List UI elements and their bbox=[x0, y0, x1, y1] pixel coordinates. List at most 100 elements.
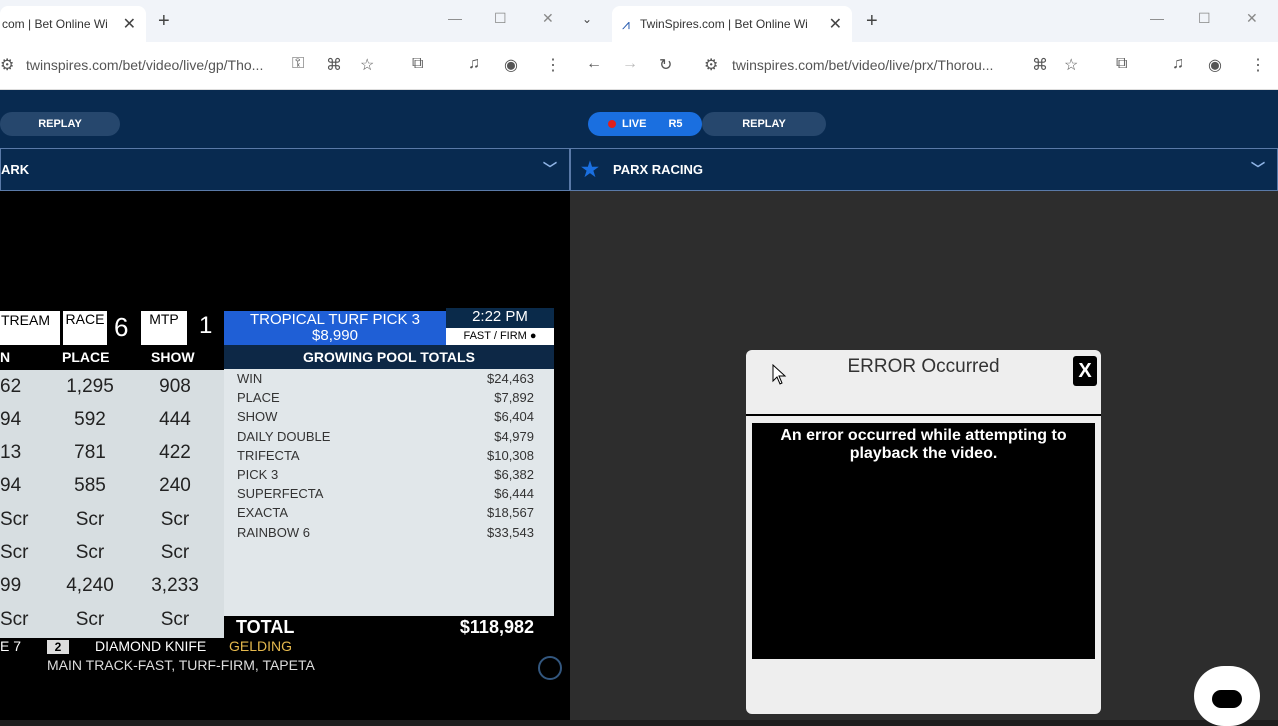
video-nav: LIVE R5 REPLAY bbox=[570, 90, 1278, 148]
pool-amount: $33,543 bbox=[487, 524, 534, 540]
browser-tab-active[interactable]: ⩘ TwinSpires.com | Bet Online Wi ✕ bbox=[612, 6, 852, 42]
odds-cell-show: 444 bbox=[159, 409, 191, 430]
odds-cell-show: 3,233 bbox=[151, 575, 199, 596]
post-time: 2:22 PM bbox=[446, 308, 554, 328]
pick3-amount: $8,990 bbox=[312, 327, 358, 344]
odds-cell-show: 908 bbox=[159, 376, 191, 397]
maximize-icon[interactable]: ☐ bbox=[1198, 10, 1211, 27]
pool-name: WIN bbox=[237, 371, 263, 386]
win-column-header: N bbox=[0, 349, 11, 365]
track-selector[interactable]: ★ PARX RACING ﹀ bbox=[570, 148, 1278, 191]
twinspires-favicon-icon: ⩘ bbox=[622, 16, 630, 32]
browser-tab[interactable]: com | Bet Online Wi ✕ bbox=[0, 6, 146, 42]
replay-label: REPLAY bbox=[742, 118, 786, 130]
url-text[interactable]: twinspires.com/bet/video/live/prx/Thorou… bbox=[732, 57, 993, 73]
favorite-star-icon[interactable]: ★ bbox=[581, 157, 599, 182]
odds-cell-win: Scr bbox=[0, 609, 29, 630]
chat-bubble-icon bbox=[1212, 690, 1242, 708]
url-text[interactable]: twinspires.com/bet/video/live/gp/Tho... bbox=[26, 57, 263, 73]
pool-name: DAILY DOUBLE bbox=[237, 428, 331, 444]
odds-cell-place: 781 bbox=[74, 442, 106, 463]
mouse-cursor-icon bbox=[772, 364, 787, 385]
live-dot-icon bbox=[608, 120, 616, 128]
site-info-icon[interactable]: ⚙ bbox=[704, 55, 718, 75]
replay-button[interactable]: REPLAY bbox=[702, 112, 826, 136]
new-tab-icon[interactable]: + bbox=[158, 10, 170, 33]
network-logo-icon bbox=[538, 656, 562, 680]
minimize-icon[interactable]: — bbox=[448, 10, 462, 26]
site-info-icon[interactable]: ⚙ bbox=[0, 55, 14, 75]
pick3-promo: TROPICAL TURF PICK 3 $8,990 bbox=[224, 311, 446, 345]
close-tab-icon[interactable]: ✕ bbox=[829, 14, 842, 34]
profile-icon[interactable]: ◉ bbox=[504, 55, 518, 75]
odds-cell-win: Scr bbox=[0, 509, 29, 530]
stream-label: TREAM bbox=[0, 311, 60, 345]
close-tab-icon[interactable]: ✕ bbox=[123, 14, 136, 34]
horse-number-badge: 2 bbox=[47, 640, 69, 654]
track-conditions: FAST / FIRM ● bbox=[446, 328, 554, 345]
pool-name: PLACE bbox=[237, 390, 280, 406]
odds-cell-place: 4,240 bbox=[66, 575, 114, 596]
pool-name: PICK 3 bbox=[237, 467, 279, 482]
chat-button[interactable] bbox=[1194, 666, 1260, 726]
extensions-icon[interactable]: ⧉ bbox=[1116, 55, 1127, 73]
pool-amount: $18,567 bbox=[487, 505, 534, 521]
extensions-icon[interactable]: ⧉ bbox=[412, 55, 423, 73]
track-name: ARK bbox=[1, 162, 30, 177]
translate-icon[interactable]: ⌘ bbox=[326, 55, 342, 75]
show-column-header: SHOW bbox=[151, 349, 195, 365]
track-selector[interactable]: ARK ﹀ bbox=[0, 148, 570, 191]
minimize-icon[interactable]: — bbox=[1150, 10, 1164, 26]
tab-bar: com | Bet Online Wi ✕ + — ☐ ✕ bbox=[0, 0, 570, 42]
back-icon[interactable]: ← bbox=[586, 55, 602, 73]
live-button[interactable]: LIVE R5 bbox=[588, 112, 702, 136]
odds-cell-win: 99 bbox=[0, 575, 22, 596]
pool-amount: $6,444 bbox=[494, 486, 534, 502]
odds-cell-show: 422 bbox=[159, 442, 191, 463]
modal-divider bbox=[746, 414, 1101, 416]
pool-name: SHOW bbox=[237, 409, 278, 425]
menu-icon[interactable]: ⋮ bbox=[545, 55, 561, 75]
close-window-icon[interactable]: ✕ bbox=[1246, 10, 1258, 27]
modal-close-button[interactable]: X bbox=[1073, 356, 1097, 386]
tab-search-icon[interactable]: ⌄ bbox=[582, 12, 592, 26]
track-name: PARX RACING bbox=[613, 162, 704, 177]
bottom-race-label: E 7 bbox=[0, 638, 22, 654]
odds-cell-place: Scr bbox=[75, 542, 105, 563]
chevron-down-icon[interactable]: ﹀ bbox=[543, 159, 557, 179]
odds-cell-show: Scr bbox=[160, 542, 190, 563]
left-browser-window: com | Bet Online Wi ✕ + — ☐ ✕ ⚙ twinspir… bbox=[0, 0, 570, 720]
replay-button[interactable]: REPLAY bbox=[0, 112, 120, 136]
translate-icon[interactable]: ⌘ bbox=[1032, 55, 1048, 75]
chevron-down-icon[interactable]: ﹀ bbox=[1251, 159, 1265, 179]
bookmark-star-icon[interactable]: ☆ bbox=[360, 55, 374, 75]
pool-amount: $6,382 bbox=[494, 467, 534, 482]
odds-cell-place: 1,295 bbox=[66, 376, 114, 397]
menu-icon[interactable]: ⋮ bbox=[1250, 55, 1266, 75]
odds-cell-win: 62 bbox=[0, 376, 22, 397]
forward-icon[interactable]: → bbox=[622, 55, 638, 73]
odds-cell-win: 94 bbox=[0, 409, 22, 430]
pool-totals-header: GROWING POOL TOTALS bbox=[224, 345, 554, 369]
address-bar: ⚙ twinspires.com/bet/video/live/gp/Tho..… bbox=[0, 42, 570, 90]
pool-amount: $4,979 bbox=[494, 428, 534, 444]
key-icon[interactable]: ⚿ bbox=[292, 55, 304, 73]
pool-amount: $6,404 bbox=[494, 409, 534, 425]
odds-cell-show: 240 bbox=[159, 475, 191, 496]
total-label: TOTAL bbox=[236, 617, 295, 637]
mtp-value: 1 bbox=[199, 312, 213, 339]
maximize-icon[interactable]: ☐ bbox=[494, 10, 507, 27]
close-window-icon[interactable]: ✕ bbox=[542, 10, 554, 27]
horse-name: DIAMOND KNIFE bbox=[95, 638, 207, 654]
pool-amount: $10,308 bbox=[487, 447, 534, 463]
pool-name: TRIFECTA bbox=[237, 447, 300, 463]
media-icon[interactable]: ♫ bbox=[1172, 55, 1184, 73]
bookmark-star-icon[interactable]: ☆ bbox=[1064, 55, 1078, 75]
tab-bar: ⌄ ⩘ TwinSpires.com | Bet Online Wi ✕ + —… bbox=[570, 0, 1278, 42]
profile-icon[interactable]: ◉ bbox=[1208, 55, 1222, 75]
new-tab-icon[interactable]: + bbox=[866, 10, 878, 33]
reload-icon[interactable]: ↻ bbox=[659, 55, 672, 75]
address-bar: ← → ↻ ⚙ twinspires.com/bet/video/live/pr… bbox=[570, 42, 1278, 90]
pool-name: EXACTA bbox=[237, 505, 289, 521]
media-icon[interactable]: ♫ bbox=[468, 55, 480, 73]
